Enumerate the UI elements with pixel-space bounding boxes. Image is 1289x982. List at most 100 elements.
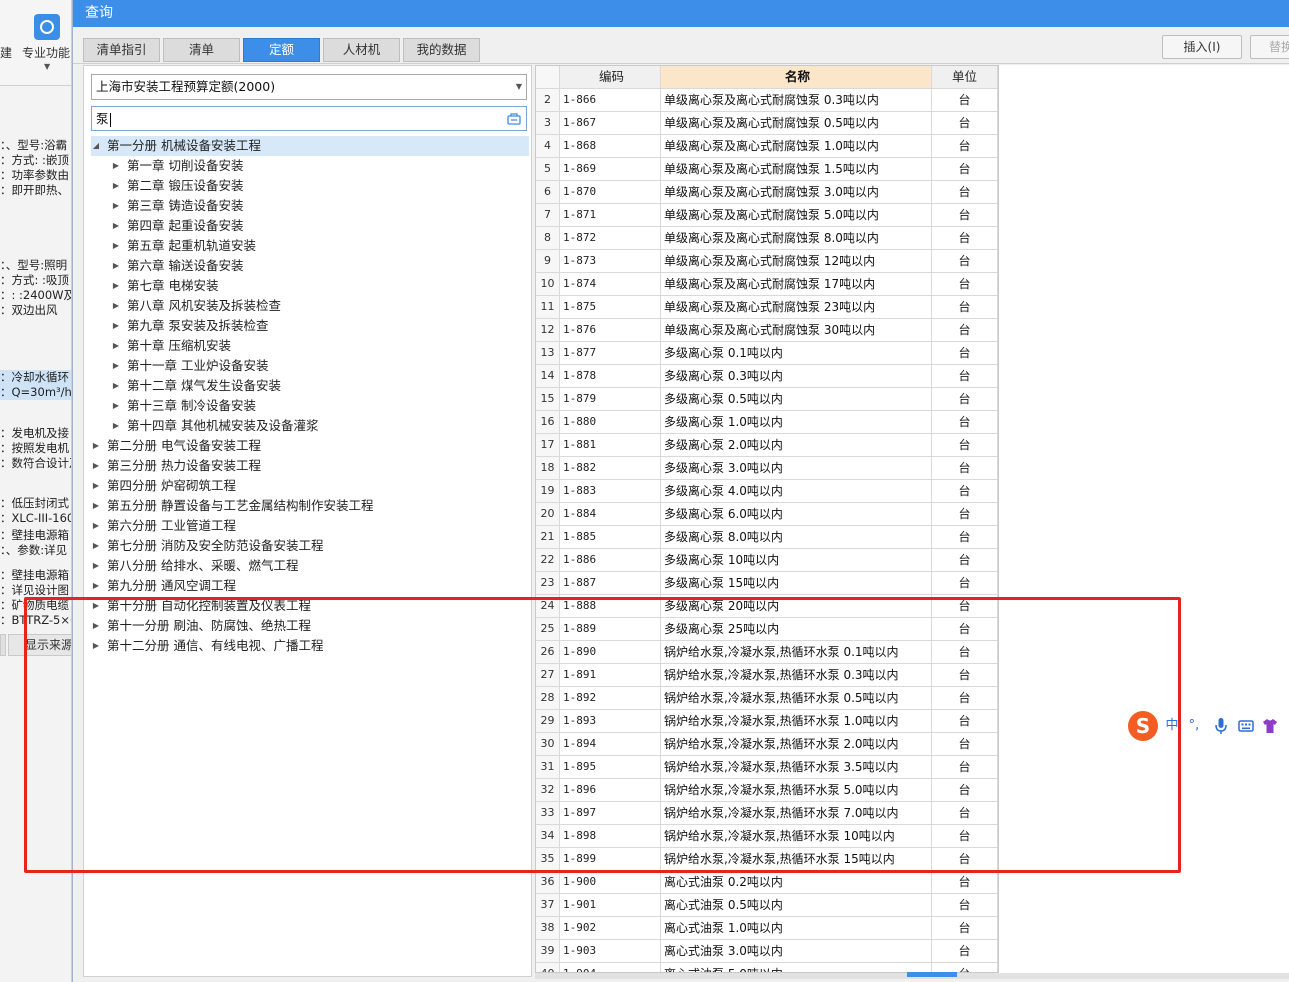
table-row[interactable]: 4 1-868 单级离心泵及离心式耐腐蚀泵 1.0吨以内台 <box>536 135 998 158</box>
tree-volume-node[interactable]: ▶ 第二分册 电气设备安装工程 <box>91 436 529 456</box>
table-row[interactable]: 9 1-873 单级离心泵及离心式耐腐蚀泵 12吨以内台 <box>536 250 998 273</box>
column-header-code[interactable]: 编码 <box>560 66 661 89</box>
tree-chapter-node[interactable]: ▶ 第七章 电梯安装 <box>91 276 529 296</box>
quota-library-select[interactable]: 上海市安装工程预算定额(2000) ▼ <box>91 74 527 100</box>
table-row[interactable]: 37 1-901 离心式油泵 0.5吨以内台 <box>536 894 998 917</box>
chevron-down-icon[interactable]: ▼ <box>516 75 522 99</box>
background-row-group[interactable]: ：壁挂电源箱 ：、参数:详见 <box>0 528 71 558</box>
tree-volume-node[interactable]: ◢ 第一分册 机械设备安装工程 <box>91 136 529 156</box>
table-row[interactable]: 6 1-870 单级离心泵及离心式耐腐蚀泵 3.0吨以内台 <box>536 181 998 204</box>
tree-volume-node[interactable]: ▶ 第六分册 工业管道工程 <box>91 516 529 536</box>
table-row[interactable]: 10 1-874 单级离心泵及离心式耐腐蚀泵 17吨以内台 <box>536 273 998 296</box>
table-row[interactable]: 21 1-885 多级离心泵 8.0吨以内台 <box>536 526 998 549</box>
professional-function-button[interactable]: 专业功能 <box>22 44 70 61</box>
expand-arrow-icon[interactable]: ▶ <box>91 536 101 556</box>
expand-arrow-icon[interactable]: ▶ <box>91 516 101 536</box>
tree-chapter-node[interactable]: ▶ 第一章 切削设备安装 <box>91 156 529 176</box>
background-row-group[interactable]: ：、型号:浴霸 ：方式: :嵌顶 ：功率参数由 ：即开即热、 <box>0 138 71 198</box>
expand-arrow-icon[interactable]: ▶ <box>111 236 121 256</box>
expand-arrow-icon[interactable]: ▶ <box>91 496 101 516</box>
tree-volume-node[interactable]: ▶ 第八分册 给排水、采暖、燃气工程 <box>91 556 529 576</box>
mic-icon[interactable] <box>1214 717 1228 735</box>
tree-chapter-node[interactable]: ▶ 第十四章 其他机械安装及设备灌浆 <box>91 416 529 436</box>
tree-volume-node[interactable]: ▶ 第五分册 静置设备与工艺金属结构制作安装工程 <box>91 496 529 516</box>
scroll-thumb[interactable] <box>907 972 957 977</box>
table-row[interactable]: 7 1-871 单级离心泵及离心式耐腐蚀泵 5.0吨以内台 <box>536 204 998 227</box>
tree-chapter-node[interactable]: ▶ 第四章 起重设备安装 <box>91 216 529 236</box>
expand-arrow-icon[interactable]: ▶ <box>111 336 121 356</box>
tree-chapter-node[interactable]: ▶ 第十二章 煤气发生设备安装 <box>91 376 529 396</box>
tree-chapter-node[interactable]: ▶ 第五章 起重机轨道安装 <box>91 236 529 256</box>
ime-punctuation-toggle[interactable]: °, <box>1186 717 1202 735</box>
collapse-arrow-icon[interactable]: ◢ <box>91 136 101 156</box>
expand-arrow-icon[interactable]: ▶ <box>91 436 101 456</box>
tree-volume-node[interactable]: ▶ 第三分册 热力设备安装工程 <box>91 456 529 476</box>
table-row[interactable]: 36 1-900 离心式油泵 0.2吨以内台 <box>536 871 998 894</box>
expand-arrow-icon[interactable]: ▶ <box>111 396 121 416</box>
tree-chapter-node[interactable]: ▶ 第九章 泵安装及拆装检查 <box>91 316 529 336</box>
professional-function-icon[interactable] <box>34 14 60 40</box>
background-row-group[interactable]: ：、型号:照明：方式: :吸顶：: :2400W及以：双边出风 <box>0 258 71 318</box>
tree-chapter-node[interactable]: ▶ 第三章 铸造设备安装 <box>91 196 529 216</box>
expand-arrow-icon[interactable]: ▶ <box>111 316 121 336</box>
tree-chapter-node[interactable]: ▶ 第十三章 制冷设备安装 <box>91 396 529 416</box>
tab-1[interactable]: 清单指引 <box>83 38 160 62</box>
tree-volume-node[interactable]: ▶ 第七分册 消防及安全防范设备安装工程 <box>91 536 529 556</box>
ime-logo-icon[interactable]: S <box>1128 711 1158 741</box>
expand-arrow-icon[interactable]: ▶ <box>111 296 121 316</box>
tab-2[interactable]: 清单 <box>163 38 240 62</box>
expand-arrow-icon[interactable]: ▶ <box>111 196 121 216</box>
ime-language-toggle[interactable]: 中 <box>1164 717 1180 735</box>
search-input[interactable]: 泵 <box>91 106 527 131</box>
table-row[interactable]: 5 1-869 单级离心泵及离心式耐腐蚀泵 1.5吨以内台 <box>536 158 998 181</box>
tree-chapter-node[interactable]: ▶ 第八章 风机安装及拆装检查 <box>91 296 529 316</box>
expand-arrow-icon[interactable]: ▶ <box>111 216 121 236</box>
insert-button[interactable]: 插入(I) <box>1162 35 1242 59</box>
table-row[interactable]: 20 1-884 多级离心泵 6.0吨以内台 <box>536 503 998 526</box>
tree-chapter-node[interactable]: ▶ 第十一章 工业炉设备安装 <box>91 356 529 376</box>
table-row[interactable]: 2 1-866 单级离心泵及离心式耐腐蚀泵 0.3吨以内台 <box>536 89 998 112</box>
table-row[interactable]: 12 1-876 单级离心泵及离心式耐腐蚀泵 30吨以内台 <box>536 319 998 342</box>
expand-arrow-icon[interactable]: ▶ <box>91 476 101 496</box>
expand-arrow-icon[interactable]: ▶ <box>111 176 121 196</box>
expand-arrow-icon[interactable]: ▶ <box>111 276 121 296</box>
tree-chapter-node[interactable]: ▶ 第六章 输送设备安装 <box>91 256 529 276</box>
table-row[interactable]: 16 1-880 多级离心泵 1.0吨以内台 <box>536 411 998 434</box>
table-row[interactable]: 15 1-879 多级离心泵 0.5吨以内台 <box>536 388 998 411</box>
expand-arrow-icon[interactable]: ▶ <box>91 556 101 576</box>
tab-5[interactable]: 我的数据 <box>403 38 480 62</box>
table-row[interactable]: 38 1-902 离心式油泵 1.0吨以内台 <box>536 917 998 940</box>
background-row-group[interactable]: ：冷却水循环：Q=30m³/h, 1 <box>0 370 71 400</box>
table-row[interactable]: 39 1-903 离心式油泵 3.0吨以内台 <box>536 940 998 963</box>
table-row[interactable]: 3 1-867 单级离心泵及离心式耐腐蚀泵 0.5吨以内台 <box>536 112 998 135</box>
tab-3[interactable]: 定额 <box>243 38 320 62</box>
table-row[interactable]: 14 1-878 多级离心泵 0.3吨以内台 <box>536 365 998 388</box>
tree-chapter-node[interactable]: ▶ 第十章 压缩机安装 <box>91 336 529 356</box>
tree-volume-node[interactable]: ▶ 第四分册 炉窑砌筑工程 <box>91 476 529 496</box>
shirt-icon[interactable] <box>1262 717 1278 735</box>
keyboard-icon[interactable] <box>1238 717 1254 735</box>
expand-arrow-icon[interactable]: ▶ <box>111 256 121 276</box>
expand-arrow-icon[interactable]: ▶ <box>111 356 121 376</box>
background-row-group[interactable]: ：低压封闭式 ：XLC-III-160 <box>0 496 71 526</box>
column-header-unit[interactable]: 单位 <box>932 66 998 89</box>
tree-volume-node[interactable]: ▶ 第九分册 通风空调工程 <box>91 576 529 596</box>
table-row[interactable]: 23 1-887 多级离心泵 15吨以内台 <box>536 572 998 595</box>
expand-arrow-icon[interactable]: ▶ <box>111 416 121 436</box>
table-row[interactable]: 11 1-875 单级离心泵及离心式耐腐蚀泵 23吨以内台 <box>536 296 998 319</box>
background-row-group[interactable]: ：壁挂电源箱 ：详见设计图 <box>0 568 71 598</box>
search-icon[interactable] <box>507 112 521 125</box>
table-row[interactable]: 19 1-883 多级离心泵 4.0吨以内台 <box>536 480 998 503</box>
tree-chapter-node[interactable]: ▶ 第二章 锻压设备安装 <box>91 176 529 196</box>
table-row[interactable]: 13 1-877 多级离心泵 0.1吨以内台 <box>536 342 998 365</box>
replace-button[interactable]: 替换 <box>1250 35 1289 59</box>
background-row-group[interactable]: ：发电机及接：按照发电机：数符合设计及 <box>0 426 71 471</box>
expand-arrow-icon[interactable]: ▶ <box>91 576 101 596</box>
table-row[interactable]: 17 1-881 多级离心泵 2.0吨以内台 <box>536 434 998 457</box>
expand-arrow-icon[interactable]: ▶ <box>111 156 121 176</box>
expand-arrow-icon[interactable]: ▶ <box>111 376 121 396</box>
table-row[interactable]: 22 1-886 多级离心泵 10吨以内台 <box>536 549 998 572</box>
table-row[interactable]: 8 1-872 单级离心泵及离心式耐腐蚀泵 8.0吨以内台 <box>536 227 998 250</box>
chevron-down-icon[interactable]: ▼ <box>44 62 50 71</box>
tab-4[interactable]: 人材机 <box>323 38 400 62</box>
